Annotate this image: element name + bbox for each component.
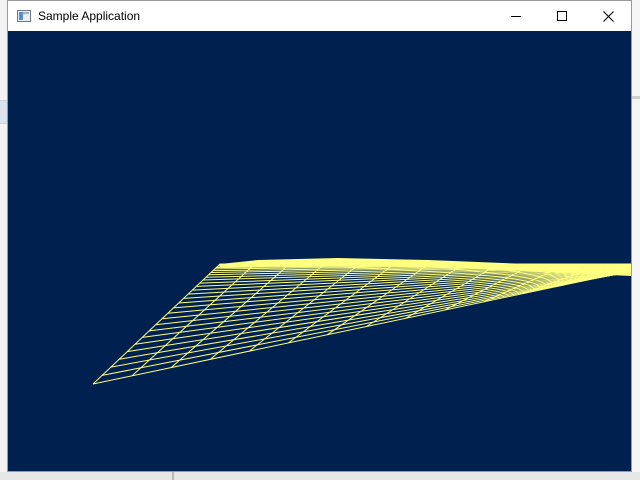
background-bottom-divider xyxy=(172,472,174,480)
background-right-strip xyxy=(632,0,640,480)
background-right-divider xyxy=(632,96,640,99)
minimize-icon xyxy=(511,16,521,17)
maximize-button[interactable] xyxy=(539,1,585,31)
render-viewport[interactable] xyxy=(8,31,631,471)
grid-line-col-0 xyxy=(92,263,221,385)
application-window: Sample Application xyxy=(7,0,632,472)
title-bar[interactable]: Sample Application xyxy=(8,1,631,31)
wireframe-grid xyxy=(92,258,631,385)
maximize-icon xyxy=(557,11,567,21)
window-title: Sample Application xyxy=(38,9,141,23)
minimize-button[interactable] xyxy=(493,1,539,31)
app-icon[interactable] xyxy=(17,10,31,22)
background-bottom-strip xyxy=(0,472,640,480)
close-button[interactable] xyxy=(585,1,631,31)
close-icon xyxy=(602,10,614,22)
window-controls xyxy=(493,1,631,31)
